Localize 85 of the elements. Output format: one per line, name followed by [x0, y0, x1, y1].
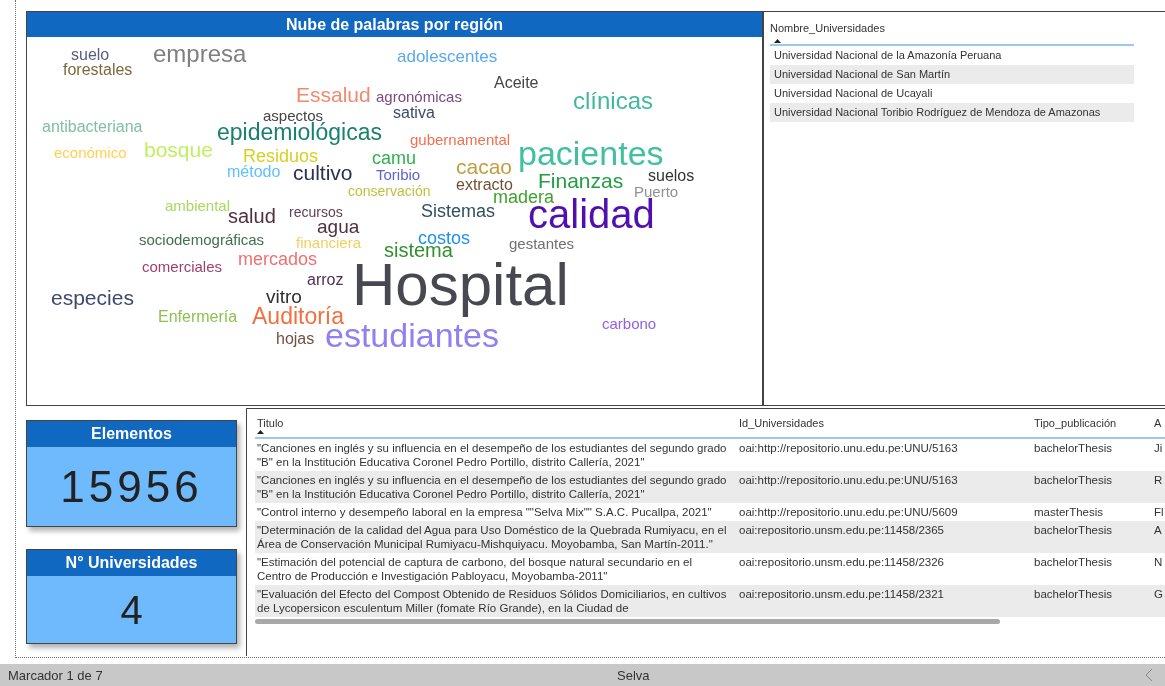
cloud-word: salud — [228, 206, 276, 226]
table-cell: Ji — [1154, 442, 1163, 454]
card-title: N° Universidades — [27, 550, 236, 576]
card-value: 4 — [119, 586, 144, 634]
horizontal-scrollbar[interactable] — [255, 619, 1000, 624]
bookmark-label: Marcador 1 de 7 — [8, 668, 103, 682]
cloud-word: Residuos — [243, 147, 319, 165]
table-cell: "Control interno y desempeño laboral en la empresa ""Selva Mix"" S.A.C. Pucallpa, 2021" — [257, 506, 712, 518]
column-header[interactable]: A — [1154, 416, 1162, 430]
cloud-word: comerciales — [142, 259, 223, 274]
cloud-word: Enfermería — [158, 309, 238, 325]
cloud-word: Sistemas — [421, 202, 496, 220]
cloud-word: suelo — [71, 47, 110, 63]
cloud-word: camu — [372, 149, 416, 167]
cloud-word: hojas — [276, 331, 315, 347]
page-name: Selva — [617, 668, 650, 682]
university-row[interactable]: Universidad Nacional de San Martín — [770, 64, 1134, 84]
cloud-word: clínicas — [573, 89, 654, 113]
table-cell: "Estimación del potencial de captura de carbono, del bosque natural secundario en el Centro de Producción e Investigación Pabloyacu, Moyobamba-2011" — [257, 556, 692, 582]
table-cell: bachelorThesis — [1034, 524, 1112, 536]
cloud-word: pacientes — [518, 136, 664, 170]
university-row[interactable]: Universidad Nacional Toribio Rodríguez de Mendoza de Amazonas — [770, 102, 1134, 122]
table-cell: "Determinación de la calidad del Agua para Uso Doméstico de la Quebrada Rumiyacu, en el Área de Conservación Municipal Rumiyacu-Mishquiyacu. Moyobamba, San Martín-2011." — [257, 524, 727, 550]
cloud-word: extracto — [456, 177, 513, 193]
table-cell: oai:repositorio.unsm.edu.pe:11458/2365 — [739, 524, 945, 536]
column-header[interactable]: Id_Universidades — [739, 416, 824, 430]
cloud-word: ambiental — [165, 198, 231, 213]
cloud-word: epidemiológicas — [217, 121, 382, 144]
chevron-left-icon[interactable] — [1145, 668, 1153, 682]
column-header[interactable]: Tipo_publicación — [1034, 416, 1117, 430]
cloud-word: mercados — [238, 250, 318, 268]
cloud-word: empresa — [153, 42, 247, 66]
table-cell: oai:http://repositorio.unu.edu.pe:UNU/5163 — [739, 474, 958, 486]
cloud-word: bosque — [144, 139, 213, 160]
cloud-word: Aceite — [494, 75, 539, 91]
cloud-word: sociodemográficas — [139, 232, 265, 247]
table-cell: bachelorThesis — [1034, 588, 1112, 600]
cloud-word: antibacteriana — [42, 119, 143, 135]
cloud-word: Essalud — [296, 84, 371, 105]
panel-title: Nube de palabras por región — [27, 12, 762, 37]
university-row[interactable]: Universidad Nacional de la Amazonía Peruana — [770, 45, 1134, 65]
table-cell: Fl — [1154, 506, 1164, 518]
cloud-word: Toribio — [376, 167, 421, 182]
cloud-word: conservación — [348, 184, 431, 198]
table-cell: G — [1154, 588, 1163, 600]
cloud-word: adolescentes — [397, 48, 498, 65]
cloud-word: forestales — [63, 62, 133, 78]
cloud-word: Puerto — [634, 184, 679, 199]
cloud-word: Finanzas — [538, 170, 624, 191]
card-value: 15956 — [59, 460, 204, 513]
cloud-word: económico — [54, 145, 127, 160]
table-cell: A — [1154, 524, 1162, 536]
table-cell: oai:repositorio.unsm.edu.pe:11458/2326 — [739, 556, 945, 568]
table-cell: masterThesis — [1034, 506, 1104, 518]
table-cell: oai:repositorio.unsm.edu.pe:11458/2321 — [739, 588, 945, 600]
table-cell: "Canciones en inglés y su influencia en el desempeño de los estudiantes del segundo grado "B" en la Institución Educativa Coronel Pedro Portillo, distrito Callería, 2021" — [257, 442, 727, 468]
university-row[interactable]: Universidad Nacional de Ucayali — [770, 83, 1134, 103]
cloud-word: sativa — [393, 105, 435, 121]
cloud-word: vitro — [266, 287, 302, 306]
cloud-word: recursos — [289, 205, 343, 219]
table-cell: oai:http://repositorio.unu.edu.pe:UNU/5609 — [739, 506, 958, 518]
cloud-word: gestantes — [509, 236, 575, 251]
cloud-word: costos — [418, 229, 471, 247]
cloud-word: aspectos — [263, 108, 324, 123]
table-cell: bachelorThesis — [1034, 474, 1112, 486]
sort-icon — [774, 38, 781, 43]
table-cell: "Canciones en inglés y su influencia en el desempeño de los estudiantes del segundo grado "B" en la Institución Educativa Coronel Pedro Portillo, distrito Callería, 2021" — [257, 474, 727, 500]
cloud-word: cultivo — [293, 162, 353, 183]
card-title: Elementos — [27, 421, 236, 447]
table-cell: "Evaluación del Efecto del Compost Obtenido de Residuos Sólidos Domiciliarios, en cultivos de Lycopersicon esculentum Miller (fomate Río Grande), en la Ciudad de — [257, 588, 727, 614]
cloud-word: cacao — [456, 156, 513, 177]
table-cell: oai:http://repositorio.unu.edu.pe:UNU/5163 — [739, 442, 958, 454]
table-cell: N — [1154, 556, 1163, 568]
sort-icon — [257, 430, 264, 434]
cloud-word: agua — [317, 217, 360, 236]
column-header[interactable]: Titulo — [257, 416, 284, 430]
table-cell: R — [1154, 474, 1163, 486]
cloud-word: arroz — [307, 272, 344, 288]
table-cell: bachelorThesis — [1034, 442, 1112, 454]
cloud-word: gubernamental — [410, 132, 511, 147]
column-header[interactable]: Nombre_Universidades — [770, 20, 1134, 37]
cloud-word: especies — [51, 287, 134, 308]
table-cell: bachelorThesis — [1034, 556, 1112, 568]
cloud-word: carbono — [602, 316, 657, 331]
cloud-word: método — [227, 164, 281, 180]
